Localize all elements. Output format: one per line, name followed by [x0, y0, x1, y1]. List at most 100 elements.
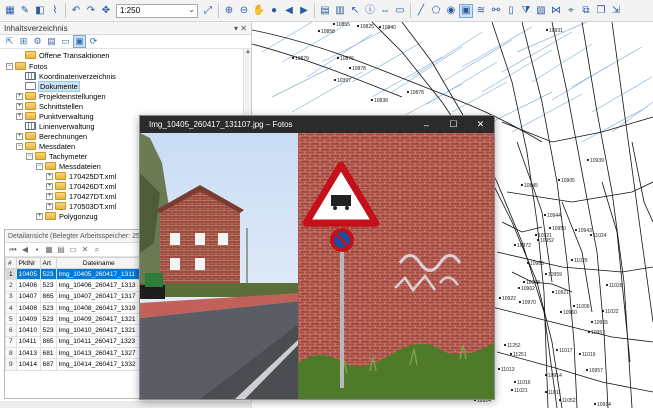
snap-icon[interactable]: ⌖: [564, 4, 578, 18]
tree-item[interactable]: − Messdateien: [36, 161, 101, 171]
map-icon[interactable]: ▧: [534, 4, 548, 18]
connect-icon[interactable]: ⚯: [489, 4, 503, 18]
tree-item[interactable]: +170503DT.xml: [46, 201, 116, 211]
first-icon[interactable]: ⏮: [8, 245, 18, 255]
map-point-marker[interactable]: [520, 183, 524, 187]
export-icon[interactable]: ▦: [44, 245, 54, 255]
map-point-marker[interactable]: [578, 352, 582, 356]
map-point-marker[interactable]: [503, 343, 507, 347]
minimize-button[interactable]: –: [413, 116, 440, 133]
map-point-marker[interactable]: [574, 228, 578, 232]
expand-node-icon[interactable]: +: [16, 92, 23, 100]
map-point-marker[interactable]: [586, 158, 590, 162]
map-point-marker[interactable]: [498, 296, 502, 300]
table-row[interactable]: 8 10413 681 Img_10413_260417_1327: [5, 347, 143, 360]
table-row[interactable]: 4 10408 523 Img_10408_260417_1319: [5, 301, 143, 315]
layers-icon[interactable]: ≋: [474, 4, 488, 18]
expand-icon[interactable]: ⊞: [18, 36, 29, 47]
scale-apply-icon[interactable]: ⤢: [201, 4, 215, 18]
map-point-marker[interactable]: [589, 233, 593, 237]
grid-icon[interactable]: ▥: [333, 4, 347, 18]
expand-node-icon[interactable]: +: [46, 172, 53, 180]
map-point-marker[interactable]: [356, 24, 360, 28]
move-icon[interactable]: ✥: [99, 4, 113, 18]
edit-icon[interactable]: ✎: [18, 4, 32, 18]
layer-icon[interactable]: ◧: [33, 4, 47, 18]
measure-icon[interactable]: ⇔: [378, 4, 392, 18]
filter-icon[interactable]: ⧩: [519, 4, 533, 18]
collapse-node-icon[interactable]: −: [6, 62, 13, 70]
map-point-marker[interactable]: [544, 390, 548, 394]
map-point-marker[interactable]: [536, 238, 540, 242]
globe-icon[interactable]: ●: [267, 4, 281, 18]
map-point-marker[interactable]: [513, 243, 517, 247]
refresh-icon[interactable]: ⟳: [88, 36, 99, 47]
scale-select[interactable]: 1:250 ⌄: [116, 3, 198, 18]
prev-icon[interactable]: ◀: [20, 245, 30, 255]
collapse-node-icon[interactable]: −: [36, 162, 43, 170]
map-point-marker[interactable]: [291, 56, 295, 60]
map-point-marker[interactable]: [497, 367, 501, 371]
map-point-marker[interactable]: [510, 388, 514, 392]
delete-icon[interactable]: ✕: [80, 245, 90, 255]
expand-node-icon[interactable]: +: [46, 202, 53, 210]
pan-icon[interactable]: ✋: [252, 4, 266, 18]
table-row[interactable]: 2 10406 523 Img_10406_260417_1313: [5, 279, 143, 292]
map-point-marker[interactable]: [513, 380, 517, 384]
link-icon[interactable]: ▭: [68, 245, 78, 255]
tree-item[interactable]: +170427DT.xml: [46, 191, 116, 201]
column-header[interactable]: Dateiname: [55, 257, 143, 269]
map-point-marker[interactable]: [557, 178, 561, 182]
map-point-marker[interactable]: [585, 368, 589, 372]
map-point-marker[interactable]: [590, 320, 594, 324]
document-icon[interactable]: ▯: [504, 4, 518, 18]
photo-window-titlebar[interactable]: Img_10405_260417_131107.jpg – Fotos – ☐ …: [140, 116, 494, 133]
map-point-marker[interactable]: [548, 226, 552, 230]
column-header[interactable]: #: [5, 257, 17, 269]
map-point-marker[interactable]: [517, 286, 521, 290]
collapse-node-icon[interactable]: −: [26, 152, 33, 160]
split-icon[interactable]: ⋈: [549, 4, 563, 18]
expand-node-icon[interactable]: +: [16, 132, 23, 140]
settings-icon[interactable]: ⚙: [32, 36, 43, 47]
map-point-marker[interactable]: [559, 310, 563, 314]
map-point-marker[interactable]: [348, 66, 352, 70]
expand-node-icon[interactable]: +: [36, 212, 43, 220]
info-icon[interactable]: ⓘ: [363, 4, 377, 18]
zoom-out-icon[interactable]: ⊖: [237, 4, 251, 18]
tree-item[interactable]: Offene Transaktionen: [16, 50, 110, 60]
properties-icon[interactable]: ▤: [46, 36, 57, 47]
map-point-marker[interactable]: [593, 402, 597, 406]
tree-item[interactable]: + Projekteinstellungen: [16, 91, 106, 101]
select-icon[interactable]: ↖: [348, 4, 362, 18]
layout-icon[interactable]: ▦: [3, 4, 17, 18]
map-point-marker[interactable]: [601, 309, 605, 313]
map-point-marker[interactable]: [572, 304, 576, 308]
map-point-marker[interactable]: [544, 272, 548, 276]
table-icon[interactable]: ▤: [318, 4, 332, 18]
expand-node-icon[interactable]: +: [46, 182, 53, 190]
draw-line-icon[interactable]: ╱: [414, 4, 428, 18]
tree-item[interactable]: Linienverwaltung: [16, 121, 94, 131]
tree-item[interactable]: + Berechnungen: [16, 131, 87, 141]
expand-node-icon[interactable]: +: [16, 112, 23, 120]
search-icon[interactable]: ⌕: [92, 245, 102, 255]
tree-item[interactable]: + Punktverwaltung: [16, 111, 94, 121]
photo-tool-icon[interactable]: ▣: [459, 3, 473, 18]
offset-icon[interactable]: ⧉: [579, 4, 593, 18]
filter-icon[interactable]: ▭: [60, 36, 71, 47]
map-point-marker[interactable]: [336, 56, 340, 60]
save-icon[interactable]: ▪: [32, 245, 42, 255]
brush-icon[interactable]: ⌇: [48, 4, 62, 18]
column-header[interactable]: Art: [39, 257, 57, 269]
collapse-icon[interactable]: ⇱: [4, 36, 15, 47]
color-icon[interactable]: ◉: [444, 4, 458, 18]
photo-viewer-window[interactable]: Img_10405_260417_131107.jpg – Fotos – ☐ …: [139, 115, 495, 400]
redo-icon[interactable]: ↷: [84, 4, 98, 18]
map-point-marker[interactable]: [544, 373, 548, 377]
column-header[interactable]: PktNr: [15, 257, 41, 269]
scroll-up-icon[interactable]: ▲: [244, 49, 252, 57]
table-row[interactable]: 3 10407 865 Img_10407_260417_1317: [5, 290, 143, 303]
map-point-marker[interactable]: [605, 283, 609, 287]
back-icon[interactable]: ◀: [282, 4, 296, 18]
